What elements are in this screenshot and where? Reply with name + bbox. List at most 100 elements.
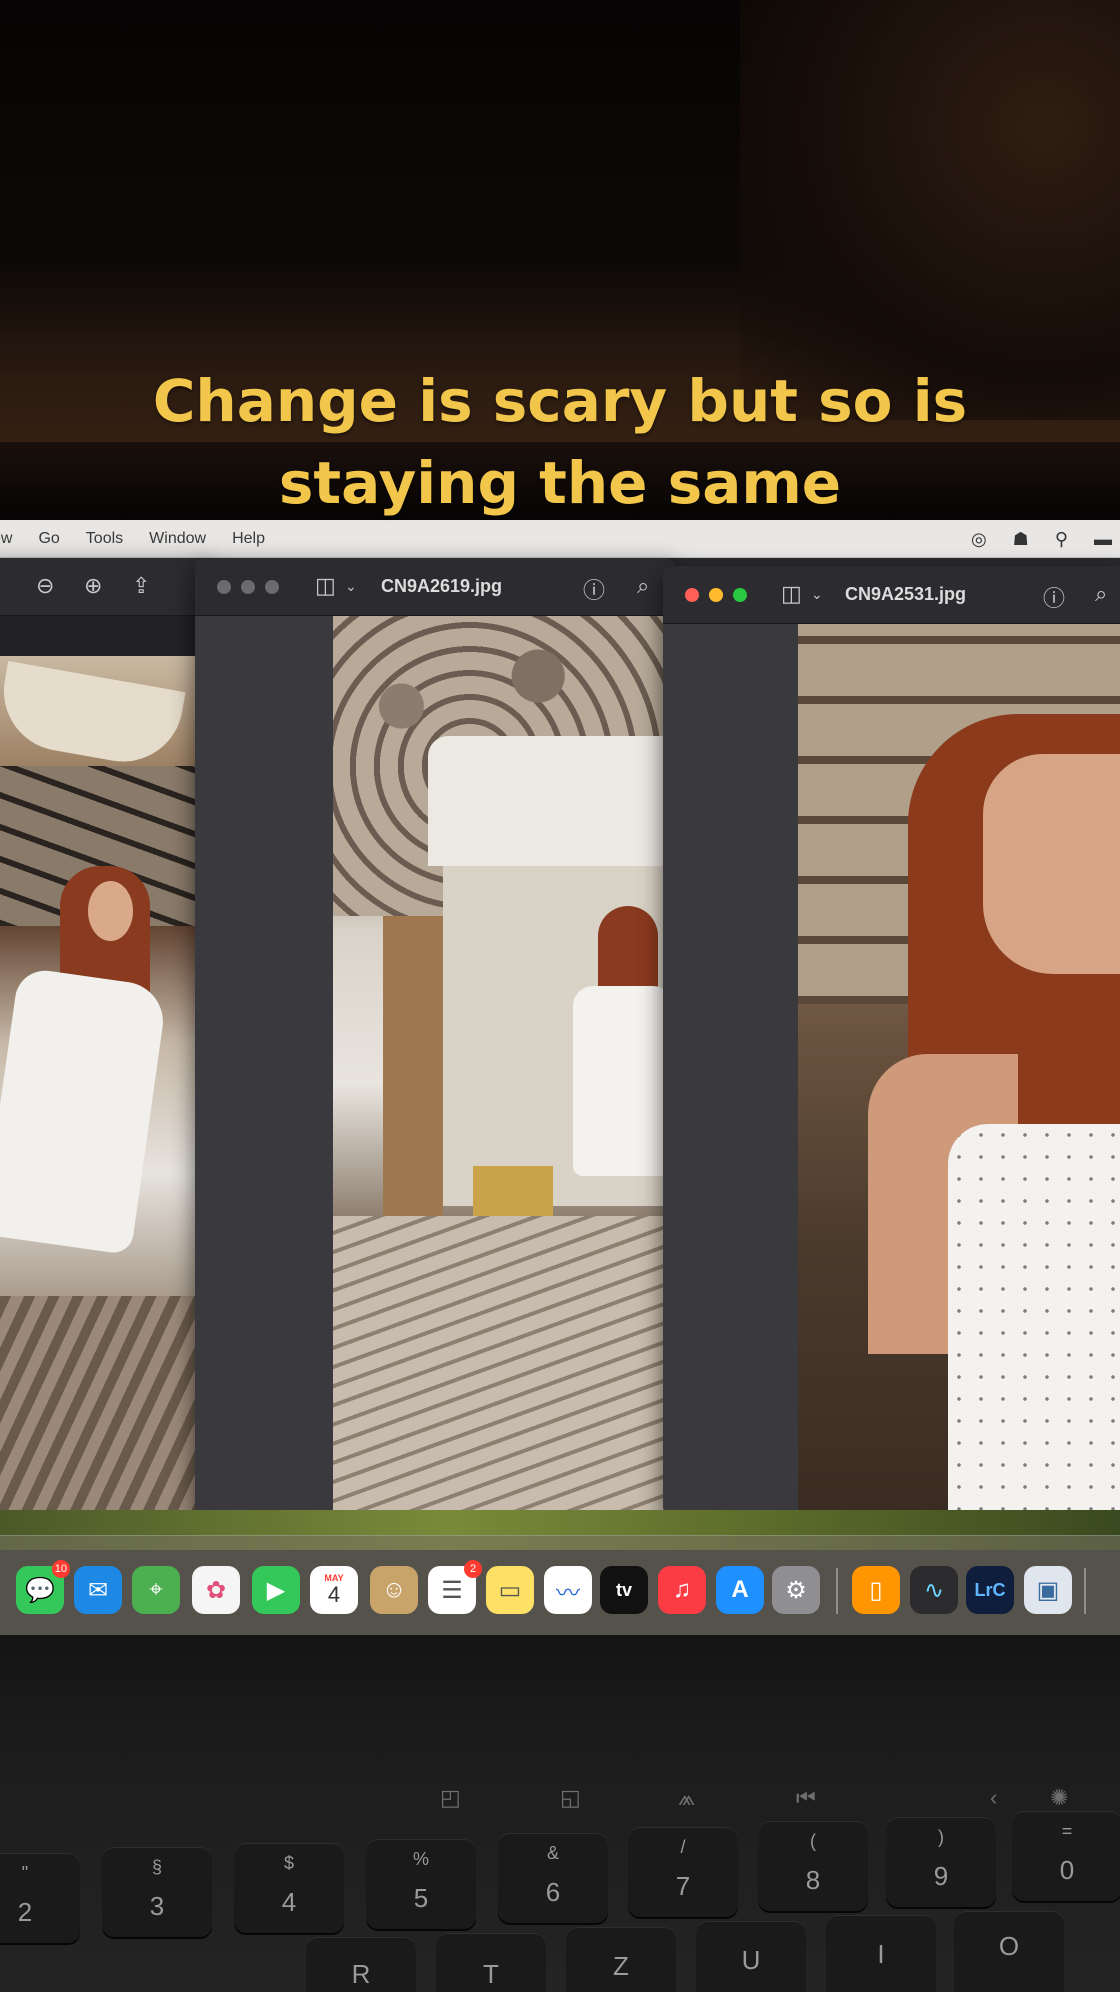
lightroom-classic-icon[interactable]: LrC [966,1566,1014,1614]
window-controls [685,588,747,602]
dock-separator [836,1568,838,1614]
key-t[interactable]: T [436,1933,546,1992]
minimize-button[interactable] [709,588,723,602]
reminders-badge: 2 [464,1560,482,1578]
zoom-in-icon[interactable]: ⊕ [84,573,102,599]
white-dress [0,966,169,1256]
chevron-down-icon[interactable]: ⌄ [345,578,357,595]
activity-monitor-icon[interactable]: ∿ [910,1566,958,1614]
rewind-icon[interactable]: ⏮ [796,1785,816,1811]
person-face [88,881,133,941]
photos-icon[interactable]: ✿ [192,1566,240,1614]
white-dress [573,986,673,1176]
key-4[interactable]: $4 [234,1843,344,1933]
key-u[interactable]: U [696,1921,806,1992]
reminders-icon[interactable]: ☰ 2 [428,1560,482,1614]
search-icon[interactable]: ⌕ [1095,581,1107,607]
preview-window-middle: ◫ ⌄ CN9A2619.jpg ⓘ ⌕ [195,558,675,1516]
minimize-button[interactable] [241,580,255,594]
zoom-out-icon[interactable]: ⊖ [36,573,54,599]
contacts-icon[interactable]: ☺ [370,1566,418,1614]
key-6[interactable]: & 6 [498,1833,608,1923]
apple-tv-icon[interactable]: tv [600,1566,648,1614]
info-icon[interactable]: ⓘ [583,573,605,605]
mail-icon[interactable]: ✉ [74,1566,122,1614]
curtain [383,916,443,1216]
person-face [983,754,1120,974]
key-r[interactable]: R [306,1937,416,1992]
video-caption: Change is scary but so is staying the sa… [0,360,1120,524]
menu-go[interactable]: Go [38,530,59,548]
menu-bar-extras: ◎ ☗ ⚲ ▬ [971,520,1112,558]
freeform-icon[interactable]: 〰 [544,1566,592,1614]
color-wheel-icon[interactable]: ◎ [971,529,987,550]
window-title: CN9A2531.jpg [845,584,967,604]
menu-window[interactable]: Window [149,530,206,548]
menu-bar-items: ew Go Tools Window Help [0,530,291,548]
key-3[interactable]: § 3 [102,1847,212,1937]
key-z[interactable]: Z [566,1927,676,1992]
window-titlebar: ◫ ⌄ CN9A2531.jpg ⓘ ⌕ [663,566,1120,624]
notes-icon[interactable]: ▭ [486,1566,534,1614]
maps-icon[interactable]: ⌖ [132,1566,180,1614]
close-button[interactable] [217,580,231,594]
app-store-icon[interactable]: A [716,1566,764,1614]
cardboard-box [473,1166,553,1221]
info-icon[interactable]: ⓘ [1043,581,1065,613]
key-0[interactable]: = 0 [1012,1811,1120,1901]
search-icon[interactable]: ⌕ [637,573,649,599]
window-titlebar: ⊖ ⊕ ⇪ [0,558,210,616]
key-2[interactable]: " 2 [0,1853,80,1943]
key-i[interactable]: I [826,1915,936,1992]
zoom-button[interactable] [265,580,279,594]
menu-help[interactable]: Help [232,530,265,548]
laptop-screen: ew Go Tools Window Help ◎ ☗ ⚲ ▬ ⊖ ⊕ ⇪ [0,520,1120,1635]
airplay-icon[interactable]: ☗ [1013,529,1029,550]
close-button[interactable] [685,588,699,602]
battery-icon[interactable]: ▬ [1094,529,1112,550]
umbrella-shape [0,660,186,772]
key-o[interactable]: O [954,1911,1064,1992]
share-icon[interactable]: ⇪ [132,573,150,599]
key-8[interactable]: (8 [758,1821,868,1911]
chevron-left-icon[interactable]: ‹ [990,1785,997,1811]
messages-icon[interactable]: 💬 10 [16,1560,70,1614]
zoom-button[interactable] [733,588,747,602]
display-brightness-icon[interactable]: ◰ [440,1785,461,1811]
key-7[interactable]: /7 [628,1827,738,1917]
thumbnail-sidebar[interactable] [663,624,798,1516]
mission-control-icon[interactable]: ◱ [560,1785,581,1811]
thumbnail-sidebar[interactable] [195,616,333,1516]
tent-canopy [428,736,675,866]
photo-woman-market-left [0,656,200,1518]
brightness-icon[interactable]: ✺ [1050,1785,1068,1811]
menu-tools[interactable]: Tools [86,530,123,548]
menu-bar: ew Go Tools Window Help ◎ ☗ ⚲ ▬ [0,520,1120,558]
messages-badge: 10 [51,1560,70,1578]
laptop-keyboard: ◰ ◱ ⩕ ⏮ ‹ ✺ " 2 § 3 $4 % 5 & 6 /7 (8 ) 9 = 0 R… [0,1635,1120,1992]
ground [0,1296,200,1518]
key-9[interactable]: ) 9 [886,1817,996,1907]
caption-line-1: Change is scary but so is [152,367,968,435]
photo-woman-market-middle [333,616,675,1516]
books-icon[interactable]: ▯ [852,1566,900,1614]
music-icon[interactable]: ♫ [658,1566,706,1614]
white-dress [948,1124,1120,1516]
user-icon[interactable]: ⚲ [1055,529,1068,550]
preview-icon[interactable]: ▣ [1024,1566,1072,1614]
preview-window-right: ◫ ⌄ CN9A2531.jpg ⓘ ⌕ [663,566,1120,1516]
facetime-icon[interactable]: ▶ [252,1566,300,1614]
sidebar-toggle-icon[interactable]: ◫ [315,573,336,599]
calendar-icon[interactable]: MAY 4 [310,1566,358,1614]
dock: 💬 10 ✉ ⌖ ✿ ▶ MAY 4 ☺ ☰ 2 ▭ 〰 tv ♫ A ⚙ ▯ ∿ … [0,1535,1120,1635]
room-glow [740,0,1120,420]
window-title: CN9A2619.jpg [381,576,503,596]
sidebar-toggle-icon[interactable]: ◫ [781,581,802,607]
dock-separator [1084,1568,1086,1614]
keyboard-brightness-icon[interactable]: ⩕ [678,1785,695,1811]
system-settings-icon[interactable]: ⚙ [772,1566,820,1614]
menu-view[interactable]: ew [0,530,12,548]
key-5[interactable]: % 5 [366,1839,476,1929]
preview-window-left: ⊖ ⊕ ⇪ [0,558,210,1518]
chevron-down-icon[interactable]: ⌄ [811,586,823,603]
